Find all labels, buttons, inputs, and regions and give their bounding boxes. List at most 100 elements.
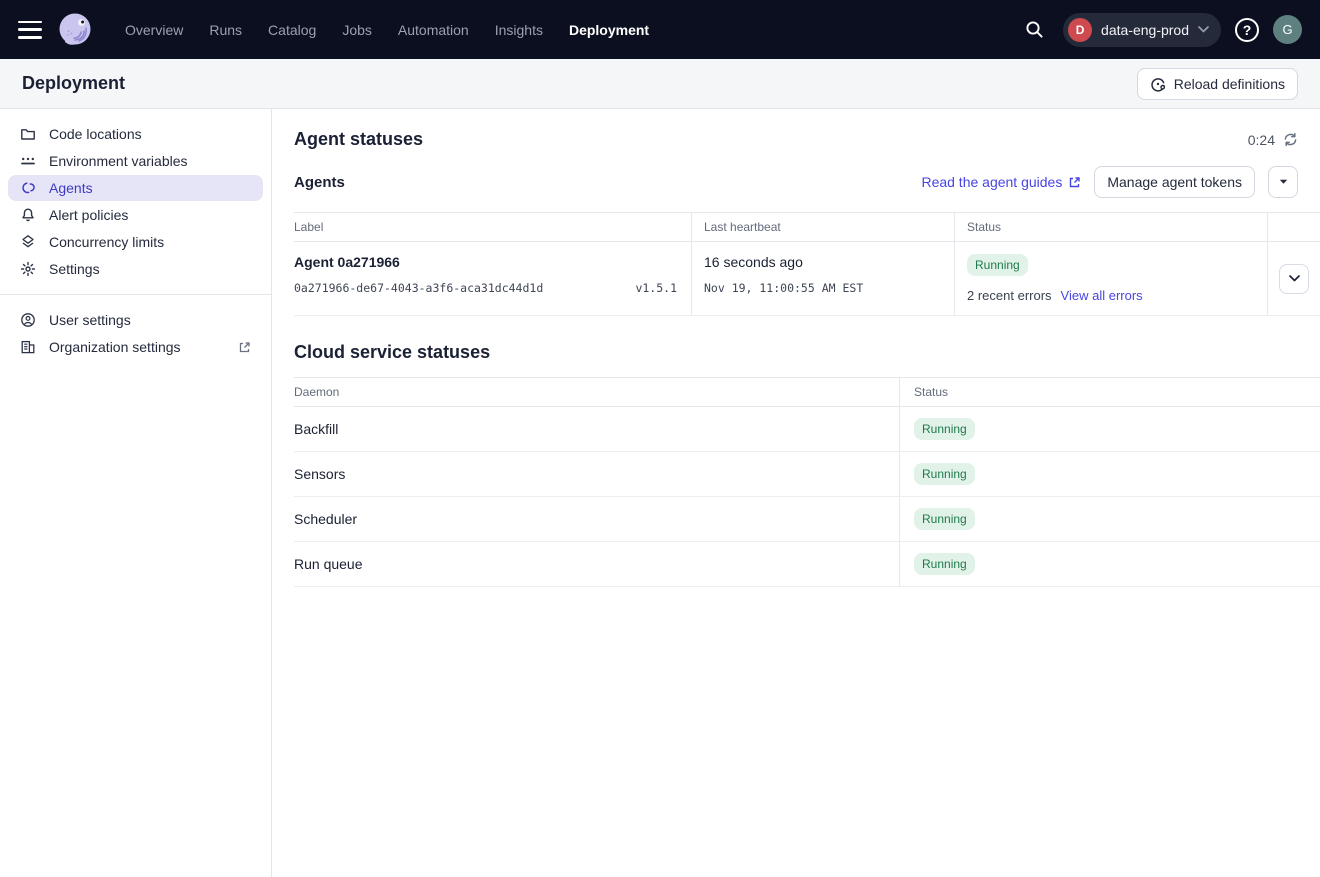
top-nav: Overview Runs Catalog Jobs Automation In…: [0, 0, 1320, 59]
sidebar-item-code-locations[interactable]: Code locations: [8, 121, 263, 147]
sidebar-item-label: Environment variables: [49, 153, 188, 169]
daemon-name: Run queue: [294, 542, 363, 586]
daemon-row-sensors: Sensors Running: [294, 452, 1320, 497]
gear-icon: [20, 261, 36, 277]
view-all-errors-link[interactable]: View all errors: [1061, 288, 1143, 303]
sidebar-item-label: Organization settings: [49, 339, 181, 355]
manage-agent-tokens-label: Manage agent tokens: [1107, 174, 1242, 190]
deployment-selector[interactable]: D data-eng-prod: [1063, 13, 1221, 47]
column-header-actions: [1268, 213, 1320, 241]
reload-definitions-label: Reload definitions: [1174, 76, 1285, 92]
layers-icon: [20, 234, 36, 250]
reload-definitions-button[interactable]: Reload definitions: [1137, 68, 1298, 100]
folder-icon: [20, 126, 36, 142]
refresh-icon[interactable]: [1283, 132, 1298, 147]
deployment-selector-label: data-eng-prod: [1101, 22, 1189, 38]
manage-agent-tokens-button[interactable]: Manage agent tokens: [1094, 166, 1255, 198]
sidebar-item-label: Alert policies: [49, 207, 128, 223]
agents-section-title: Agents: [294, 174, 345, 191]
agent-id: 0a271966-de67-4043-a3f6-aca31dc44d1d: [294, 281, 543, 295]
cloud-service-statuses-title: Cloud service statuses: [294, 342, 1320, 363]
deployment-initial-badge: D: [1068, 18, 1092, 42]
help-glyph: ?: [1243, 22, 1252, 38]
page-header: Deployment Reload definitions: [0, 59, 1320, 109]
reload-definitions-icon: [1150, 76, 1166, 92]
avatar-initial: G: [1282, 22, 1292, 37]
nav-catalog[interactable]: Catalog: [257, 14, 327, 46]
cloud-table-header: Daemon Status: [294, 378, 1320, 407]
agent-heartbeat-cell: 16 seconds ago Nov 19, 11:00:55 AM EST: [692, 242, 955, 315]
agent-expand-cell: [1268, 242, 1320, 315]
agent-statuses-title: Agent statuses: [294, 129, 423, 150]
sidebar-item-label: Settings: [49, 261, 100, 277]
nav-runs[interactable]: Runs: [198, 14, 253, 46]
sidebar-item-label: Concurrency limits: [49, 234, 164, 250]
heartbeat-timestamp: Nov 19, 11:00:55 AM EST: [704, 281, 954, 295]
nav-deployment[interactable]: Deployment: [558, 14, 660, 46]
settings-sidebar: Code locations Environment variables Age…: [0, 109, 272, 877]
agent-guides-link-label: Read the agent guides: [921, 174, 1062, 190]
agents-table-header: Label Last heartbeat Status: [294, 213, 1320, 242]
daemon-row-scheduler: Scheduler Running: [294, 497, 1320, 542]
heartbeat-relative: 16 seconds ago: [704, 254, 954, 270]
external-link-icon: [238, 341, 251, 354]
column-header-daemon: Daemon: [294, 378, 900, 406]
column-header-status: Status: [900, 378, 1320, 406]
nav-jobs[interactable]: Jobs: [331, 14, 383, 46]
nav-automation[interactable]: Automation: [387, 14, 480, 46]
column-header-label: Label: [294, 213, 692, 241]
sidebar-item-label: Code locations: [49, 126, 142, 142]
status-badge: Running: [914, 508, 975, 530]
recent-errors-text: 2 recent errors: [967, 288, 1052, 303]
agent-guides-link[interactable]: Read the agent guides: [921, 174, 1081, 190]
column-header-status: Status: [955, 213, 1268, 241]
agent-actions-dropdown-button[interactable]: [1268, 166, 1298, 198]
bell-icon: [20, 207, 36, 223]
agent-row: Agent 0a271966 0a271966-de67-4043-a3f6-a…: [294, 242, 1320, 316]
agent-version: v1.5.1: [635, 281, 677, 295]
main-content: Agent statuses 0:24 Agents Read the agen…: [272, 109, 1320, 877]
sidebar-item-label: User settings: [49, 312, 131, 328]
status-badge: Running: [967, 254, 1028, 276]
help-icon[interactable]: ?: [1235, 18, 1259, 42]
agent-name: Agent 0a271966: [294, 254, 691, 270]
hamburger-menu-icon[interactable]: [18, 21, 42, 39]
sidebar-item-label: Agents: [49, 180, 93, 196]
status-badge: Running: [914, 418, 975, 440]
sidebar-item-settings[interactable]: Settings: [8, 256, 263, 282]
agent-expand-button[interactable]: [1279, 264, 1309, 294]
sidebar-divider: [0, 294, 271, 295]
sidebar-item-agents[interactable]: Agents: [8, 175, 263, 201]
agents-icon: [20, 180, 36, 196]
sidebar-item-concurrency-limits[interactable]: Concurrency limits: [8, 229, 263, 255]
daemon-row-run-queue: Run queue Running: [294, 542, 1320, 587]
agents-table: Label Last heartbeat Status Agent 0a2719…: [294, 212, 1320, 316]
daemon-row-backfill: Backfill Running: [294, 407, 1320, 452]
sidebar-item-environment-variables[interactable]: Environment variables: [8, 148, 263, 174]
search-icon[interactable]: [1019, 15, 1049, 45]
refresh-countdown: 0:24: [1248, 132, 1275, 148]
column-header-last-heartbeat: Last heartbeat: [692, 213, 955, 241]
status-badge: Running: [914, 553, 975, 575]
status-badge: Running: [914, 463, 975, 485]
nav-insights[interactable]: Insights: [484, 14, 554, 46]
agent-label-cell: Agent 0a271966 0a271966-de67-4043-a3f6-a…: [294, 242, 692, 315]
daemon-name: Scheduler: [294, 497, 357, 541]
sidebar-item-alert-policies[interactable]: Alert policies: [8, 202, 263, 228]
chevron-down-icon: [1289, 275, 1300, 282]
env-vars-icon: [20, 153, 36, 169]
nav-overview[interactable]: Overview: [114, 14, 194, 46]
dagster-logo-icon[interactable]: [56, 11, 94, 49]
agent-status-cell: Running 2 recent errors View all errors: [955, 242, 1268, 315]
sidebar-item-user-settings[interactable]: User settings: [8, 307, 263, 333]
user-avatar[interactable]: G: [1273, 15, 1302, 44]
caret-down-icon: [1279, 179, 1288, 185]
organization-icon: [20, 339, 36, 355]
chevron-down-icon: [1198, 26, 1209, 33]
cloud-service-statuses-table: Daemon Status Backfill Running Sensors R…: [294, 377, 1320, 587]
user-circle-icon: [20, 312, 36, 328]
daemon-name: Sensors: [294, 452, 345, 496]
primary-nav: Overview Runs Catalog Jobs Automation In…: [114, 14, 660, 46]
page-title: Deployment: [22, 73, 125, 94]
sidebar-item-organization-settings[interactable]: Organization settings: [8, 334, 263, 360]
